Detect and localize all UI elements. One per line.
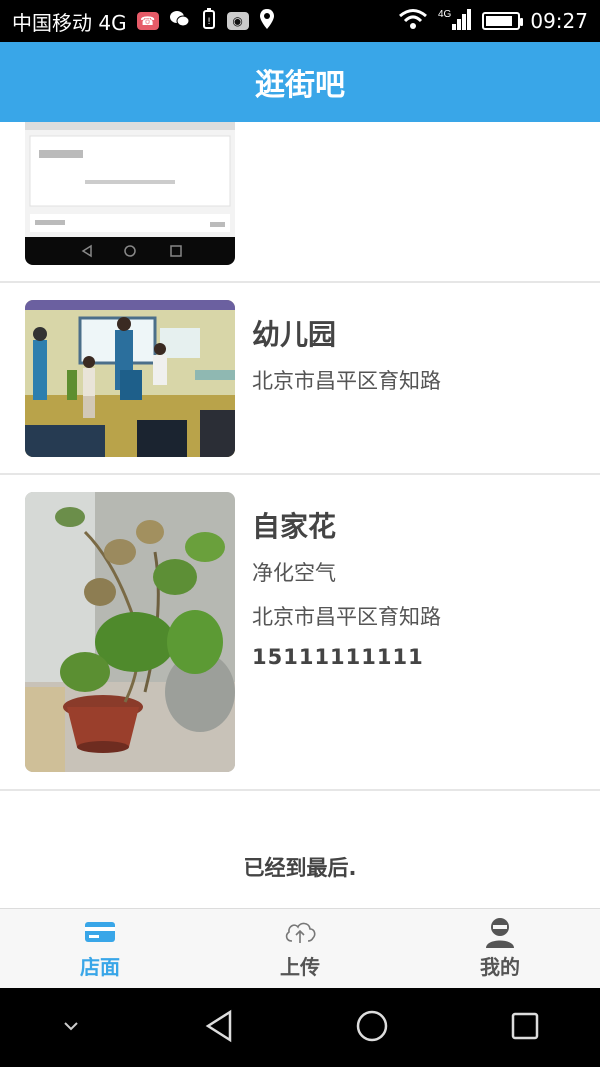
list-end-message: 已经到最后. xyxy=(243,856,357,880)
home-icon[interactable] xyxy=(354,1008,390,1048)
store-address: 北京市昌平区育知路 xyxy=(252,605,441,629)
signal-icon: 4G xyxy=(438,7,472,36)
list-item[interactable]: 自家花 净化空气 北京市昌平区育知路 15111111111 xyxy=(0,475,600,791)
back-icon[interactable] xyxy=(202,1009,236,1047)
store-description: 净化空气 xyxy=(252,561,336,585)
store-address: 北京市昌平区育知路 xyxy=(252,369,441,393)
chevron-down-icon[interactable] xyxy=(59,1016,83,1040)
tab-label: 店面 xyxy=(80,955,120,979)
plant-photo xyxy=(25,492,235,772)
kindergarten-photo xyxy=(25,300,235,457)
app-header: 逛街吧 xyxy=(0,42,600,122)
missed-call-icon: ☎ xyxy=(136,12,159,30)
list-item[interactable] xyxy=(0,122,600,283)
cloud-upload-icon xyxy=(283,917,317,947)
store-title: 幼儿园 xyxy=(252,318,337,351)
network-label: 4G xyxy=(438,9,452,20)
store-list[interactable]: 幼儿园 北京市昌平区育知路 自家花 净化空气 北京市昌平区育知路 1511111… xyxy=(0,122,600,908)
tab-profile[interactable]: 我的 xyxy=(400,909,600,988)
page-title: 逛街吧 xyxy=(255,68,345,103)
carrier-label: 中国移动 4G xyxy=(12,10,127,35)
phone-screenshot-image xyxy=(25,122,235,265)
location-icon xyxy=(259,8,275,35)
bottom-nav: 店面 上传 我的 xyxy=(0,908,600,988)
list-item[interactable]: 幼儿园 北京市昌平区育知路 xyxy=(0,283,600,475)
tab-label: 我的 xyxy=(480,955,520,979)
wechat-icon xyxy=(169,9,191,33)
clock: 09:27 xyxy=(530,9,588,33)
profile-icon xyxy=(484,917,516,948)
tab-upload[interactable]: 上传 xyxy=(200,909,400,988)
battery-alert-icon: ! xyxy=(201,7,217,35)
tab-storefront[interactable]: 店面 xyxy=(0,909,200,988)
recents-icon[interactable] xyxy=(509,1010,541,1046)
wifi-icon xyxy=(398,8,428,35)
app-icon: ◉ xyxy=(226,12,249,30)
battery-icon xyxy=(482,12,524,30)
status-bar: 中国移动 4G ☎ ! ◉ 4G 09:27 xyxy=(0,0,600,42)
system-nav-bar xyxy=(0,988,600,1067)
store-phone: 15111111111 xyxy=(252,645,424,669)
card-icon xyxy=(84,917,116,947)
store-title: 自家花 xyxy=(252,510,337,543)
status-right: 4G 09:27 xyxy=(398,7,588,36)
tab-label: 上传 xyxy=(280,955,320,979)
card-text: 幼儿园 北京市昌平区育知路 xyxy=(252,313,580,409)
svg-text:!: ! xyxy=(207,17,211,27)
card-text: 自家花 净化空气 北京市昌平区育知路 15111111111 xyxy=(252,505,580,669)
status-left: 中国移动 4G ☎ ! ◉ xyxy=(12,7,275,36)
